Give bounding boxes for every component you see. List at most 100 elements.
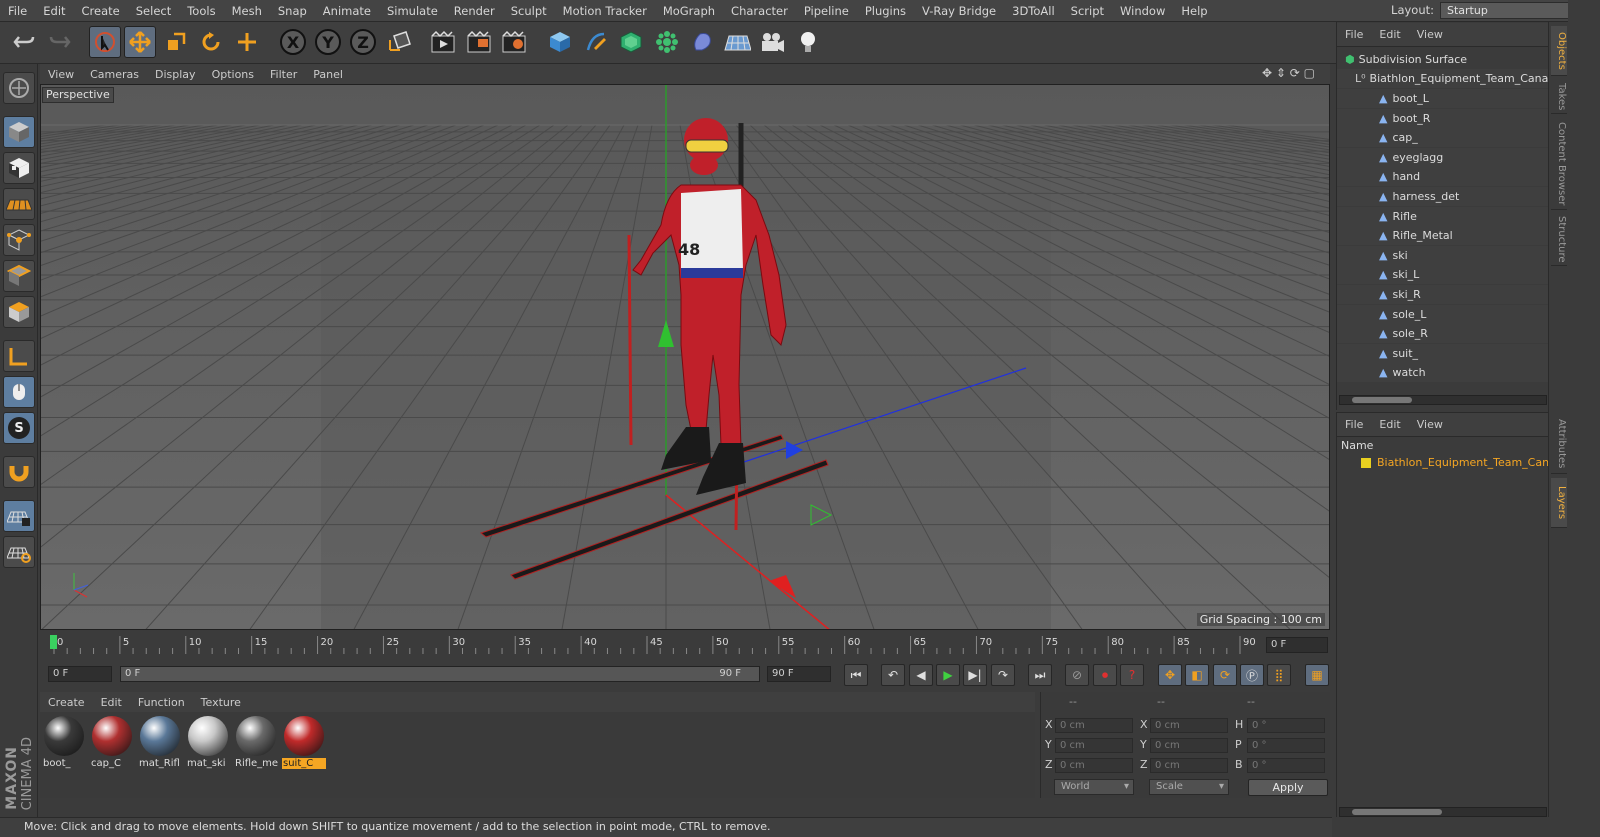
material-swatch[interactable]: Rifle_me — [234, 716, 278, 774]
layer-menu-edit[interactable]: Edit — [1371, 418, 1408, 431]
object-row[interactable]: ▲ ski_L — [1337, 265, 1549, 285]
tab-content-browser[interactable]: Content Browser — [1551, 118, 1567, 210]
layer-menu-view[interactable]: View — [1409, 418, 1451, 431]
object-row[interactable]: ▲ Rifle_Metal — [1337, 226, 1549, 246]
menu-mograph[interactable]: MoGraph — [655, 4, 723, 18]
live-select-icon[interactable] — [231, 26, 263, 58]
cloner-icon[interactable] — [651, 26, 683, 58]
go-to-end-icon[interactable]: ⏭ — [1028, 664, 1052, 686]
tab-attributes[interactable]: Attributes — [1551, 414, 1567, 474]
play-icon[interactable]: ▶ — [936, 664, 960, 686]
object-row-group[interactable]: L⁰ Biathlon_Equipment_Team_Cana — [1337, 69, 1549, 88]
object-manager-scrollbar[interactable] — [1339, 395, 1547, 405]
menu-help[interactable]: Help — [1173, 4, 1215, 18]
key-pla-icon[interactable]: ⣿ — [1267, 664, 1291, 686]
x-axis-icon[interactable]: X — [277, 26, 309, 58]
apply-button[interactable]: Apply — [1248, 779, 1328, 796]
menu-v-ray-bridge[interactable]: V-Ray Bridge — [914, 4, 1004, 18]
material-menu-function[interactable]: Function — [130, 696, 193, 709]
redo-icon[interactable] — [44, 26, 76, 58]
key-rotation-icon[interactable]: ⟳ — [1213, 664, 1237, 686]
frame-range-slider[interactable]: 0 F 90 F — [120, 666, 760, 682]
object-row[interactable]: ▲ harness_det — [1337, 187, 1549, 206]
previous-frame-icon[interactable]: ◀ — [909, 664, 933, 686]
object-row[interactable]: ▲ ski — [1337, 245, 1549, 265]
deformer-icon[interactable] — [686, 26, 718, 58]
coordinate-system-icon[interactable] — [384, 26, 416, 58]
camera-icon[interactable] — [756, 26, 788, 58]
tab-takes[interactable]: Takes — [1551, 80, 1567, 114]
end-frame-field[interactable]: 90 F — [767, 666, 831, 682]
coord-pos-field[interactable]: 0 cm — [1055, 738, 1133, 753]
tab-objects[interactable]: Objects — [1551, 26, 1567, 76]
menu-edit[interactable]: Edit — [35, 4, 73, 18]
object-row[interactable]: ▲ suit_ — [1337, 343, 1549, 363]
object-menu-edit[interactable]: Edit — [1371, 28, 1408, 41]
material-swatch[interactable]: mat_Rifl — [138, 716, 182, 774]
object-row[interactable]: ▲ Rifle — [1337, 206, 1549, 226]
coord-rot-field[interactable]: 0 ° — [1247, 718, 1325, 733]
menu-file[interactable]: File — [0, 4, 35, 18]
material-swatch[interactable]: cap_C — [90, 716, 134, 774]
start-frame-field[interactable]: 0 F — [48, 666, 112, 682]
menu-simulate[interactable]: Simulate — [379, 4, 446, 18]
next-frame-icon[interactable]: ▶| — [963, 664, 987, 686]
viewport-menu-filter[interactable]: Filter — [262, 68, 305, 81]
coord-rot-field[interactable]: 0 ° — [1247, 738, 1325, 753]
layer-row[interactable]: Biathlon_Equipment_Team_Canad — [1337, 453, 1549, 472]
keyframe-selection-icon[interactable]: ? — [1120, 664, 1144, 686]
viewport-menu-view[interactable]: View — [40, 68, 82, 81]
material-swatch[interactable]: suit_C — [282, 716, 326, 774]
select-icon[interactable] — [89, 26, 121, 58]
menu-sculpt[interactable]: Sculpt — [503, 4, 555, 18]
object-row[interactable]: ▲ sole_L — [1337, 304, 1549, 324]
go-to-start-icon[interactable]: ⏮ — [844, 664, 868, 686]
coord-pos-field[interactable]: 0 cm — [1055, 718, 1133, 733]
layer-manager-scrollbar[interactable] — [1339, 807, 1547, 817]
object-row[interactable]: ▲ ski_R — [1337, 285, 1549, 304]
layout-dropdown[interactable]: Startup▼ — [1440, 2, 1580, 19]
viewport-menu-options[interactable]: Options — [204, 68, 262, 81]
scale-icon[interactable] — [160, 26, 192, 58]
menu-select[interactable]: Select — [128, 4, 179, 18]
record-icon[interactable]: ⊘ — [1065, 664, 1089, 686]
object-row[interactable]: ▲ eyeglagg — [1337, 147, 1549, 167]
coord-size-field[interactable]: 0 cm — [1150, 758, 1228, 773]
rotate-icon[interactable] — [195, 26, 227, 58]
viewport-label[interactable]: Perspective — [42, 87, 114, 103]
timeline-ruler[interactable]: 0 5 10 15 20 25 30 35 40 45 50 55 60 65 70 75 80 85 90 0 F — [40, 632, 1330, 658]
tab-layers[interactable]: Layers — [1551, 478, 1567, 528]
snap-icon[interactable]: S — [3, 412, 35, 444]
menu-mesh[interactable]: Mesh — [224, 4, 270, 18]
lock-workplane-icon[interactable] — [3, 500, 35, 532]
next-key-icon[interactable]: ↷ — [991, 664, 1015, 686]
current-frame-field[interactable]: 0 F — [1266, 637, 1328, 653]
polygons-mode-icon[interactable] — [3, 296, 35, 328]
render-settings-icon[interactable] — [498, 26, 530, 58]
key-position-icon[interactable]: ✥ — [1158, 664, 1182, 686]
menu-window[interactable]: Window — [1112, 4, 1173, 18]
menu-plugins[interactable]: Plugins — [857, 4, 914, 18]
axis-mode-icon[interactable] — [3, 340, 35, 372]
texture-mode-icon[interactable] — [3, 152, 35, 184]
make-editable-icon[interactable] — [3, 72, 35, 104]
key-scale-icon[interactable]: ◧ — [1185, 664, 1209, 686]
light-icon[interactable] — [792, 26, 824, 58]
material-menu-texture[interactable]: Texture — [193, 696, 249, 709]
cube-icon[interactable] — [544, 26, 576, 58]
points-mode-icon[interactable] — [3, 224, 35, 256]
planar-workplane-icon[interactable] — [3, 536, 35, 568]
floor-icon[interactable] — [721, 26, 753, 58]
edges-mode-icon[interactable] — [3, 260, 35, 292]
object-row-subdivision-surface[interactable]: ⬢ Subdivision Surface — [1337, 50, 1549, 69]
tweak-mode-icon[interactable] — [3, 376, 35, 408]
viewport-menu-panel[interactable]: Panel — [305, 68, 351, 81]
coordinate-space-select[interactable]: World ▾ — [1054, 779, 1134, 795]
menu-character[interactable]: Character — [723, 4, 796, 18]
menu-script[interactable]: Script — [1063, 4, 1112, 18]
object-menu-view[interactable]: View — [1409, 28, 1451, 41]
viewport-perspective[interactable]: 48 — [40, 84, 1330, 630]
model-mode-icon[interactable] — [3, 116, 35, 148]
menu-create[interactable]: Create — [74, 4, 128, 18]
material-swatch[interactable]: mat_ski — [186, 716, 230, 774]
